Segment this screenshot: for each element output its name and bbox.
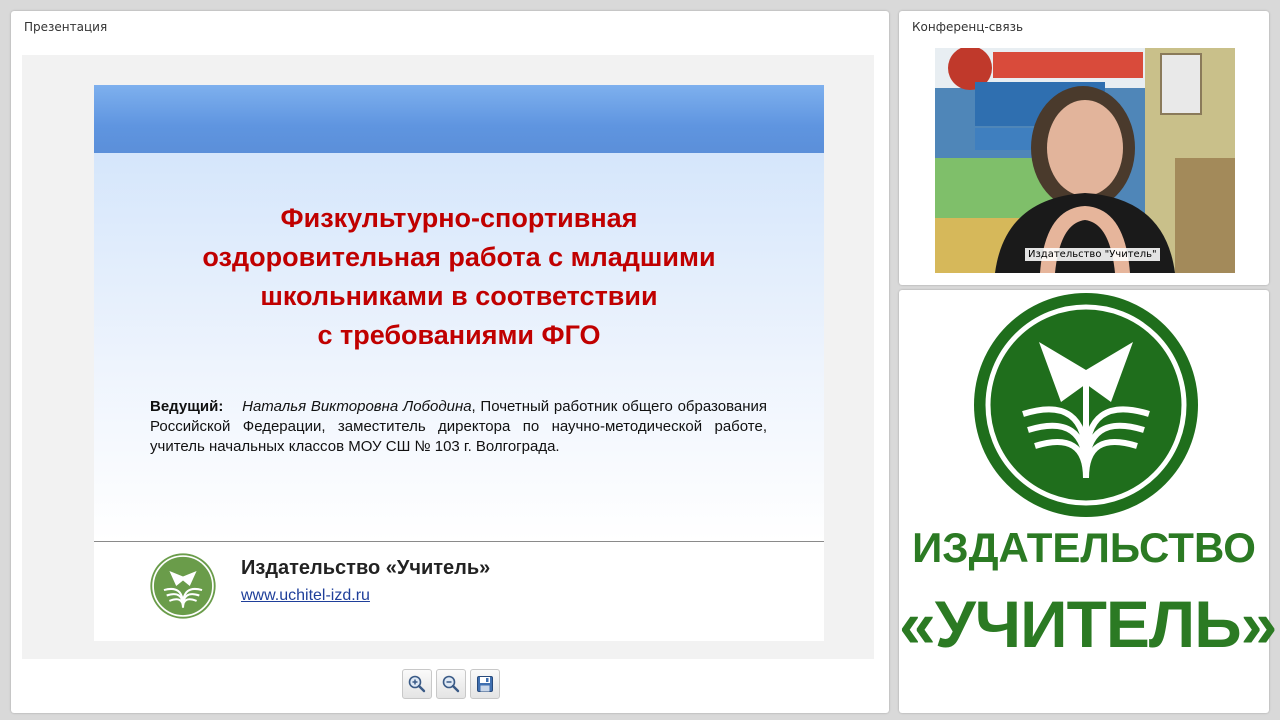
video-frame-image — [935, 48, 1235, 273]
slide-title-line: оздоровительная работа с младшими — [202, 242, 716, 272]
brand-name-line2: «УЧИТЕЛЬ» — [899, 587, 1277, 661]
slide-header-band — [94, 85, 824, 153]
participant-label: Издательство "Учитель" — [1025, 248, 1160, 261]
save-button[interactable] — [470, 669, 500, 699]
brand-logo-panel: ИЗДАТЕЛЬСТВО «УЧИТЕЛЬ» — [899, 290, 1277, 713]
publisher-url-link[interactable]: www.uchitel-izd.ru — [241, 587, 370, 605]
slide-viewport: Физкультурно-спортивная оздоровительная … — [22, 55, 874, 659]
presentation-panel: Презентация Физкультурно-спортивная оздо… — [11, 11, 889, 713]
slide-host-info: Ведущий: Наталья Викторовна Лободина, По… — [150, 397, 767, 457]
zoom-out-icon — [442, 675, 460, 693]
slide-toolbar — [402, 669, 500, 699]
zoom-in-button[interactable] — [402, 669, 432, 699]
save-icon — [477, 676, 493, 692]
conference-panel-title: Конференц-связь — [912, 20, 1024, 34]
host-label: Ведущий: — [150, 398, 224, 415]
brand-name-line1: ИЗДАТЕЛЬСТВО — [912, 524, 1256, 571]
presentation-panel-title: Презентация — [24, 20, 108, 34]
slide-title-line: с требованиями ФГО — [317, 320, 601, 350]
slide: Физкультурно-спортивная оздоровительная … — [94, 85, 824, 641]
zoom-out-button[interactable] — [436, 669, 466, 699]
publisher-name: Издательство «Учитель» — [241, 557, 491, 579]
publisher-logo-icon — [974, 293, 1198, 517]
video-feed[interactable]: Издательство "Учитель" — [935, 48, 1235, 273]
slide-title: Физкультурно-спортивная оздоровительная … — [124, 199, 794, 355]
host-name: Наталья Викторовна Лободина — [242, 398, 472, 415]
publisher-logo-icon — [150, 553, 216, 619]
conference-panel: Конференц-связь Издательство "Учитель" — [899, 11, 1269, 285]
slide-title-line: школьниками в соответствии — [260, 281, 658, 311]
slide-title-line: Физкультурно-спортивная — [280, 203, 638, 233]
zoom-in-icon — [408, 675, 426, 693]
slide-divider — [94, 541, 824, 542]
